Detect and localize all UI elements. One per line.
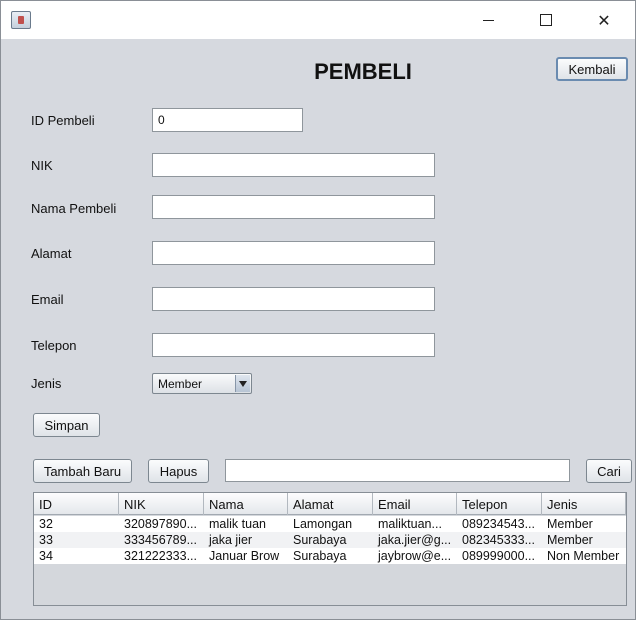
column-header-nik[interactable]: NIK — [119, 493, 204, 515]
table-cell: Januar Brow — [209, 549, 280, 563]
add-new-button[interactable]: Tambah Baru — [33, 459, 132, 483]
email-label: Email — [31, 292, 64, 307]
column-header-jenis[interactable]: Jenis — [542, 493, 626, 515]
column-header-telepon[interactable]: Telepon — [457, 493, 542, 515]
table-cell: 32 — [39, 517, 53, 531]
search-button[interactable]: Cari — [586, 459, 632, 483]
table-row[interactable]: 33 333456789... jaka jier Surabaya jaka.… — [34, 532, 626, 548]
table-cell: 321222333... — [124, 549, 197, 563]
page-title: PEMBELI — [314, 59, 412, 84]
java-app-icon — [11, 11, 31, 29]
table-cell: jaka jier — [209, 533, 253, 547]
jenis-select[interactable]: Member — [152, 373, 252, 394]
close-button[interactable]: ✕ — [581, 1, 627, 39]
table-cell: 320897890... — [124, 517, 197, 531]
table-cell: Member — [547, 533, 593, 547]
id-pembeli-label: ID Pembeli — [31, 113, 95, 128]
minimize-button[interactable] — [465, 1, 511, 39]
table-cell: Surabaya — [293, 533, 347, 547]
telepon-label: Telepon — [31, 338, 77, 353]
column-header-alamat[interactable]: Alamat — [288, 493, 373, 515]
table-cell: Member — [547, 517, 593, 531]
table-cell: 082345333... — [462, 533, 535, 547]
table-cell: 34 — [39, 549, 53, 563]
save-button[interactable]: Simpan — [33, 413, 100, 437]
maximize-icon — [540, 14, 552, 26]
table-row[interactable]: 34 321222333... Januar Brow Surabaya jay… — [34, 548, 626, 564]
table-cell: 089234543... — [462, 517, 535, 531]
nik-label: NIK — [31, 158, 53, 173]
minimize-icon — [482, 19, 494, 21]
jenis-label: Jenis — [31, 376, 62, 391]
nik-field[interactable] — [152, 153, 435, 177]
column-header-email[interactable]: Email — [373, 493, 457, 515]
table-cell: Non Member — [547, 549, 620, 563]
table-cell: malik tuan — [209, 517, 266, 531]
jenis-selected-value: Member — [158, 377, 203, 391]
chevron-down-icon[interactable] — [235, 375, 250, 392]
column-header-nama[interactable]: Nama — [204, 493, 288, 515]
table-cell: 333456789... — [124, 533, 197, 547]
pembeli-table[interactable]: ID NIK Nama Alamat Email Telepon Jenis 3… — [33, 492, 627, 606]
table-cell: Lamongan — [293, 517, 353, 531]
table-header: ID NIK Nama Alamat Email Telepon Jenis — [34, 493, 626, 515]
column-header-id[interactable]: ID — [34, 493, 119, 515]
table-cell: 33 — [39, 533, 53, 547]
search-input[interactable] — [225, 459, 570, 482]
table-cell: jaka.jier@g... — [378, 533, 452, 547]
nama-pembeli-field[interactable] — [152, 195, 435, 219]
back-button[interactable]: Kembali — [556, 57, 628, 81]
maximize-button[interactable] — [523, 1, 569, 39]
alamat-label: Alamat — [31, 246, 72, 261]
id-pembeli-field[interactable]: 0 — [152, 108, 303, 132]
table-cell: 089999000... — [462, 549, 535, 563]
table-cell: jaybrow@e... — [378, 549, 452, 563]
email-field[interactable] — [152, 287, 435, 311]
telepon-field[interactable] — [152, 333, 435, 357]
alamat-field[interactable] — [152, 241, 435, 265]
close-icon: ✕ — [597, 10, 611, 30]
app-window: ✕ PEMBELI Kembali ID Pembeli 0 NIK Nama … — [0, 0, 636, 620]
table-body: 32 320897890... malik tuan Lamongan mali… — [34, 516, 626, 564]
table-cell: Surabaya — [293, 549, 347, 563]
title-bar: ✕ — [1, 1, 635, 39]
table-cell: maliktuan... — [378, 517, 442, 531]
nama-pembeli-label: Nama Pembeli — [31, 201, 117, 216]
table-row[interactable]: 32 320897890... malik tuan Lamongan mali… — [34, 516, 626, 532]
delete-button[interactable]: Hapus — [148, 459, 209, 483]
